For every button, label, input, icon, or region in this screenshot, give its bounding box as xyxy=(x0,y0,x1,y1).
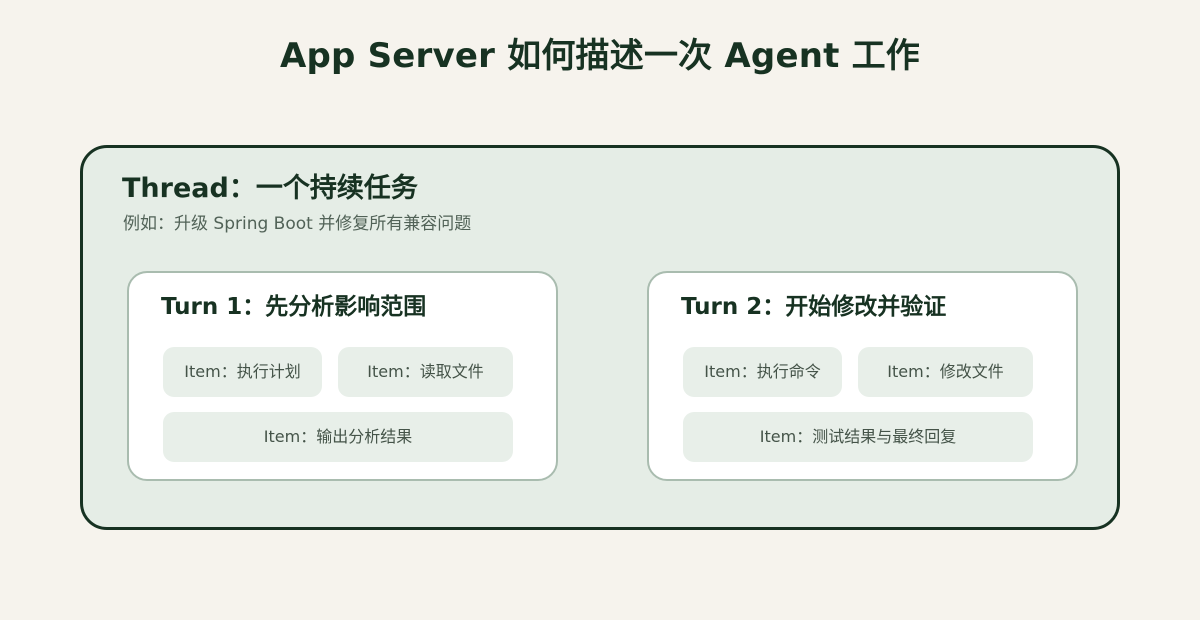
turn-2-item-edit-files: Item：修改文件 xyxy=(858,347,1033,397)
turn-2-card: Turn 2：开始修改并验证 Item：执行命令 Item：修改文件 Item：… xyxy=(647,271,1078,481)
turn-2-item-run-command: Item：执行命令 xyxy=(683,347,842,397)
page-title: App Server 如何描述一次 Agent 工作 xyxy=(279,36,920,76)
turn-1-item-execution-plan: Item：执行计划 xyxy=(163,347,322,397)
thread-subtitle: 例如：升级 Spring Boot 并修复所有兼容问题 xyxy=(123,214,472,234)
turn-1-title: Turn 1：先分析影响范围 xyxy=(161,294,427,320)
thread-title: Thread：一个持续任务 xyxy=(122,173,418,204)
diagram-page: App Server 如何描述一次 Agent 工作 Thread：一个持续任务… xyxy=(0,0,1200,620)
turn-1-item-read-files: Item：读取文件 xyxy=(338,347,513,397)
turn-1-item-analysis-result: Item：输出分析结果 xyxy=(163,412,513,462)
turn-1-card: Turn 1：先分析影响范围 Item：执行计划 Item：读取文件 Item：… xyxy=(127,271,558,481)
turn-2-item-test-results-final-reply: Item：测试结果与最终回复 xyxy=(683,412,1033,462)
thread-container: Thread：一个持续任务 例如：升级 Spring Boot 并修复所有兼容问… xyxy=(80,145,1120,530)
turn-2-title: Turn 2：开始修改并验证 xyxy=(681,294,947,320)
